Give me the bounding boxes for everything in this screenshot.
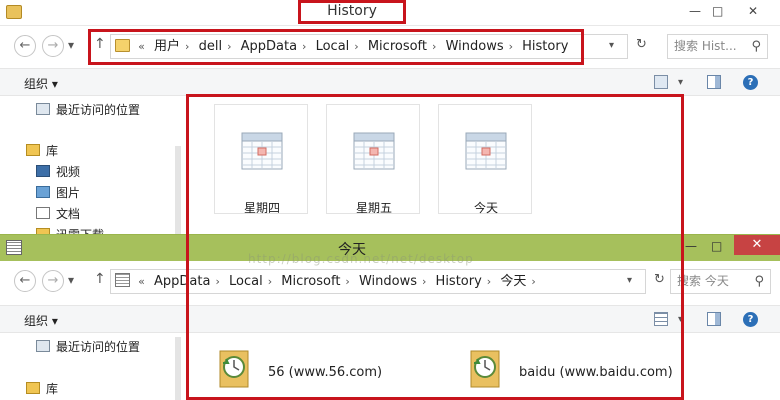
overflow-chevron[interactable]: « [137, 270, 146, 293]
help-icon[interactable]: ? [743, 75, 758, 90]
recent-places-icon [36, 340, 50, 352]
folder-icon [115, 273, 130, 287]
nav-label: 图片 [56, 186, 81, 200]
address-dropdown-icon[interactable]: ▾ [609, 40, 614, 51]
pictures-icon [36, 186, 50, 198]
nav-label: 文档 [56, 207, 81, 221]
search-input[interactable]: 搜索 今天 ⚲ [670, 269, 771, 294]
nav-item-documents[interactable]: 文档 [36, 205, 80, 222]
recent-places-icon [36, 103, 50, 115]
nav-item-pictures[interactable]: 图片 [36, 184, 80, 201]
view-dropdown-icon[interactable]: ▾ [678, 77, 683, 88]
history-dropdown-icon[interactable]: ▾ [68, 38, 74, 52]
highlight-title [298, 0, 406, 24]
close-button[interactable]: ✕ [748, 4, 758, 18]
scrollbar[interactable] [175, 146, 181, 240]
folder-icon [6, 5, 22, 19]
minimize-button[interactable]: — [685, 239, 697, 253]
up-arrow-icon[interactable]: ↑ [94, 271, 106, 287]
nav-label: 库 [46, 144, 59, 158]
documents-icon [36, 207, 50, 219]
window-icon [6, 240, 22, 255]
back-button[interactable]: ← [14, 270, 36, 292]
forward-button[interactable]: → [42, 35, 64, 57]
navigation-pane: 最近访问的位置 库 [0, 333, 181, 400]
search-icon: ⚲ [751, 39, 761, 54]
nav-item-recent[interactable]: 最近访问的位置 [36, 338, 140, 355]
search-input[interactable]: 搜索 Hist... ⚲ [667, 34, 768, 59]
nav-label: 视频 [56, 165, 81, 179]
search-icon: ⚲ [754, 274, 764, 289]
library-icon [26, 144, 40, 156]
search-placeholder: 搜索 今天 [677, 274, 729, 288]
forward-button[interactable]: → [42, 270, 64, 292]
navigation-pane: 最近访问的位置 库 视频 图片 文档 迅雷下载 [0, 96, 181, 242]
organize-button[interactable]: 组织 ▾ [24, 75, 58, 92]
maximize-button[interactable]: □ [712, 4, 723, 18]
highlight-content [186, 94, 684, 400]
back-button[interactable]: ← [14, 35, 36, 57]
search-placeholder: 搜索 Hist... [674, 39, 737, 53]
nav-label: 库 [46, 382, 59, 396]
nav-item-recent[interactable]: 最近访问的位置 [36, 101, 140, 118]
history-dropdown-icon[interactable]: ▾ [68, 273, 74, 287]
help-icon[interactable]: ? [743, 312, 758, 327]
organize-button[interactable]: 组织 ▾ [24, 312, 58, 329]
nav-item-library[interactable]: 库 [26, 142, 58, 159]
nav-item-videos[interactable]: 视频 [36, 163, 80, 180]
nav-item-library[interactable]: 库 [26, 380, 58, 397]
close-button[interactable]: ✕ [734, 235, 780, 255]
highlight-address-bar [88, 29, 584, 65]
videos-icon [36, 165, 50, 177]
preview-pane-icon[interactable] [707, 75, 721, 89]
preview-pane-icon[interactable] [707, 312, 721, 326]
nav-label: 最近访问的位置 [56, 340, 141, 354]
minimize-button[interactable]: — [689, 4, 701, 18]
maximize-button[interactable]: □ [711, 239, 722, 253]
scrollbar[interactable] [175, 337, 181, 400]
nav-label: 最近访问的位置 [56, 103, 141, 117]
refresh-icon[interactable]: ↻ [636, 37, 647, 52]
view-icon[interactable] [654, 75, 668, 89]
library-icon [26, 382, 40, 394]
